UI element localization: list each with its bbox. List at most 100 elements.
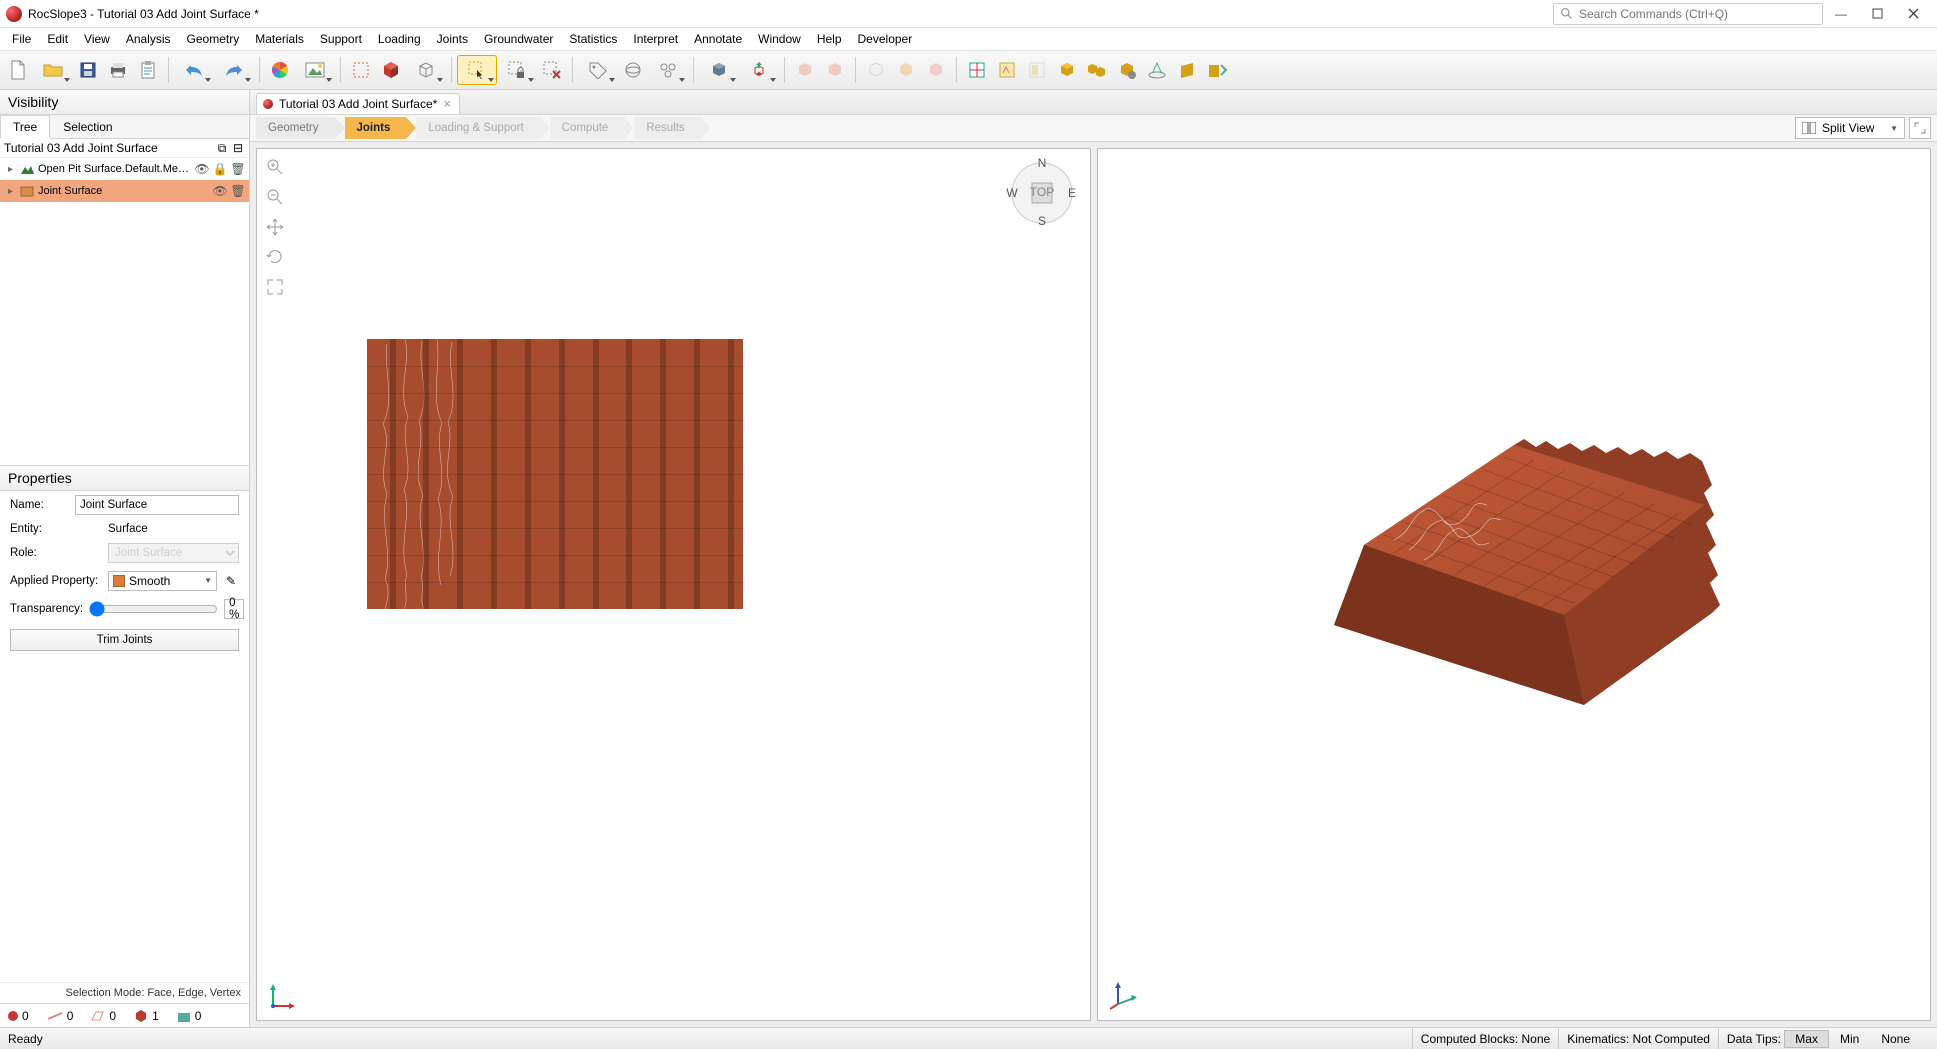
workflow-loading-support[interactable]: Loading & Support [416, 117, 539, 139]
color-wheel-button[interactable] [266, 56, 294, 84]
name-field[interactable] [75, 495, 239, 515]
delete-icon[interactable]: 🗑 [231, 162, 245, 176]
undo-button[interactable] [175, 56, 213, 84]
visibility-toggle-icon[interactable]: 👁 [213, 184, 227, 198]
orange-cube-button[interactable] [892, 56, 920, 84]
menu-statistics[interactable]: Statistics [561, 28, 625, 50]
menu-annotate[interactable]: Annotate [686, 28, 750, 50]
new-file-button[interactable] [4, 56, 32, 84]
menu-view[interactable]: View [76, 28, 118, 50]
maximize-button[interactable] [1859, 0, 1895, 28]
svg-text:TOP: TOP [1029, 185, 1053, 199]
view-mode-select[interactable]: Split View ▼ [1795, 117, 1905, 139]
viewport-perspective[interactable] [1097, 148, 1932, 1021]
close-tab-icon[interactable]: × [443, 99, 451, 109]
extrude-button[interactable] [740, 56, 778, 84]
workflow-compute[interactable]: Compute [550, 117, 625, 139]
view-compass[interactable]: TOP N S E W [1006, 157, 1078, 229]
menu-analysis[interactable]: Analysis [118, 28, 179, 50]
pointer-select-button[interactable] [458, 56, 496, 84]
lock-icon[interactable]: 🔒 [213, 162, 227, 176]
image-button[interactable] [296, 56, 334, 84]
grid-red-button[interactable] [963, 56, 991, 84]
visibility-tree[interactable]: Tutorial 03 Add Joint Surface ⧉ ⊟ ▸ Open… [0, 139, 249, 466]
menu-help[interactable]: Help [809, 28, 850, 50]
open-file-button[interactable] [34, 56, 72, 84]
zoom-out-icon[interactable] [265, 187, 285, 207]
datatips-none-button[interactable]: None [1870, 1030, 1921, 1048]
tree-item-open-pit[interactable]: ▸ Open Pit Surface.Default.Mesh_ext. 👁 🔒… [0, 158, 249, 180]
datatips-min-button[interactable]: Min [1829, 1030, 1870, 1048]
applied-property-select[interactable]: Smooth ▼ [108, 571, 217, 591]
tab-tree[interactable]: Tree [0, 115, 50, 139]
datatips-max-button[interactable]: Max [1784, 1030, 1829, 1048]
tree-root-header: Tutorial 03 Add Joint Surface ⧉ ⊟ [0, 139, 249, 158]
lock-select-button[interactable] [498, 56, 536, 84]
clipboard-button[interactable] [134, 56, 162, 84]
clear-select-button[interactable] [538, 56, 566, 84]
export-button[interactable] [1203, 56, 1231, 84]
gold-panel-button[interactable] [1173, 56, 1201, 84]
redo-button[interactable] [215, 56, 253, 84]
workflow-joints[interactable]: Joints [345, 117, 407, 139]
surface-icon [20, 184, 34, 198]
viewport-top[interactable]: TOP N S E W [256, 148, 1091, 1021]
box-select-button[interactable] [347, 56, 375, 84]
gold-block-3-button[interactable] [1113, 56, 1141, 84]
expand-view-button[interactable] [1909, 117, 1931, 139]
save-button[interactable] [74, 56, 102, 84]
svg-text:N: N [1037, 157, 1046, 170]
menu-edit[interactable]: Edit [39, 28, 76, 50]
expand-arrow-icon[interactable]: ▸ [8, 186, 16, 197]
cube-button[interactable] [377, 56, 405, 84]
gold-block-2-button[interactable] [1083, 56, 1111, 84]
minimize-button[interactable]: — [1823, 0, 1859, 28]
cube-multi-button[interactable] [700, 56, 738, 84]
workflow-results[interactable]: Results [634, 117, 700, 139]
tab-selection[interactable]: Selection [50, 115, 125, 138]
menu-loading[interactable]: Loading [370, 28, 429, 50]
menu-materials[interactable]: Materials [247, 28, 312, 50]
menu-file[interactable]: File [4, 28, 39, 50]
cluster-button[interactable] [649, 56, 687, 84]
search-input[interactable] [1579, 7, 1816, 21]
red-cube-1-button[interactable] [791, 56, 819, 84]
transparency-slider[interactable] [89, 601, 218, 617]
collapse-icon[interactable]: ⊟ [231, 141, 245, 155]
wireframe-cube-button[interactable] [407, 56, 445, 84]
fit-icon[interactable] [265, 277, 285, 297]
trim-joints-button[interactable]: Trim Joints [10, 629, 239, 651]
menu-groundwater[interactable]: Groundwater [476, 28, 561, 50]
red-cube-2-button[interactable] [821, 56, 849, 84]
pan-icon[interactable] [265, 217, 285, 237]
rotate-icon[interactable] [265, 247, 285, 267]
visibility-toggle-icon[interactable]: 👁 [195, 162, 209, 176]
entity-label: Entity: [10, 523, 102, 535]
workflow-geometry[interactable]: Geometry [256, 117, 335, 139]
menu-support[interactable]: Support [312, 28, 370, 50]
tag-button[interactable] [579, 56, 617, 84]
zoom-in-icon[interactable] [265, 157, 285, 177]
grid-arrow-button[interactable] [993, 56, 1021, 84]
restore-icon[interactable]: ⧉ [215, 141, 229, 155]
menu-interpret[interactable]: Interpret [625, 28, 686, 50]
menu-window[interactable]: Window [750, 28, 809, 50]
menu-developer[interactable]: Developer [850, 28, 921, 50]
expand-arrow-icon[interactable]: ▸ [8, 164, 16, 175]
document-tab[interactable]: Tutorial 03 Add Joint Surface* × [256, 93, 460, 114]
close-button[interactable] [1895, 0, 1931, 28]
role-select[interactable]: Joint Surface [108, 543, 239, 563]
print-button[interactable] [104, 56, 132, 84]
menu-geometry[interactable]: Geometry [179, 28, 248, 50]
pink-cube-button[interactable] [922, 56, 950, 84]
sphere-button[interactable] [619, 56, 647, 84]
gold-block-1-button[interactable] [1053, 56, 1081, 84]
menu-joints[interactable]: Joints [429, 28, 476, 50]
panel-button[interactable] [1023, 56, 1051, 84]
tree-item-joint-surface[interactable]: ▸ Joint Surface 👁 🗑 [0, 180, 249, 202]
projection-button[interactable] [1143, 56, 1171, 84]
search-commands[interactable] [1553, 3, 1823, 25]
edit-icon[interactable]: ✎ [223, 574, 239, 588]
delete-icon[interactable]: 🗑 [231, 184, 245, 198]
ghost-cube-button[interactable] [862, 56, 890, 84]
